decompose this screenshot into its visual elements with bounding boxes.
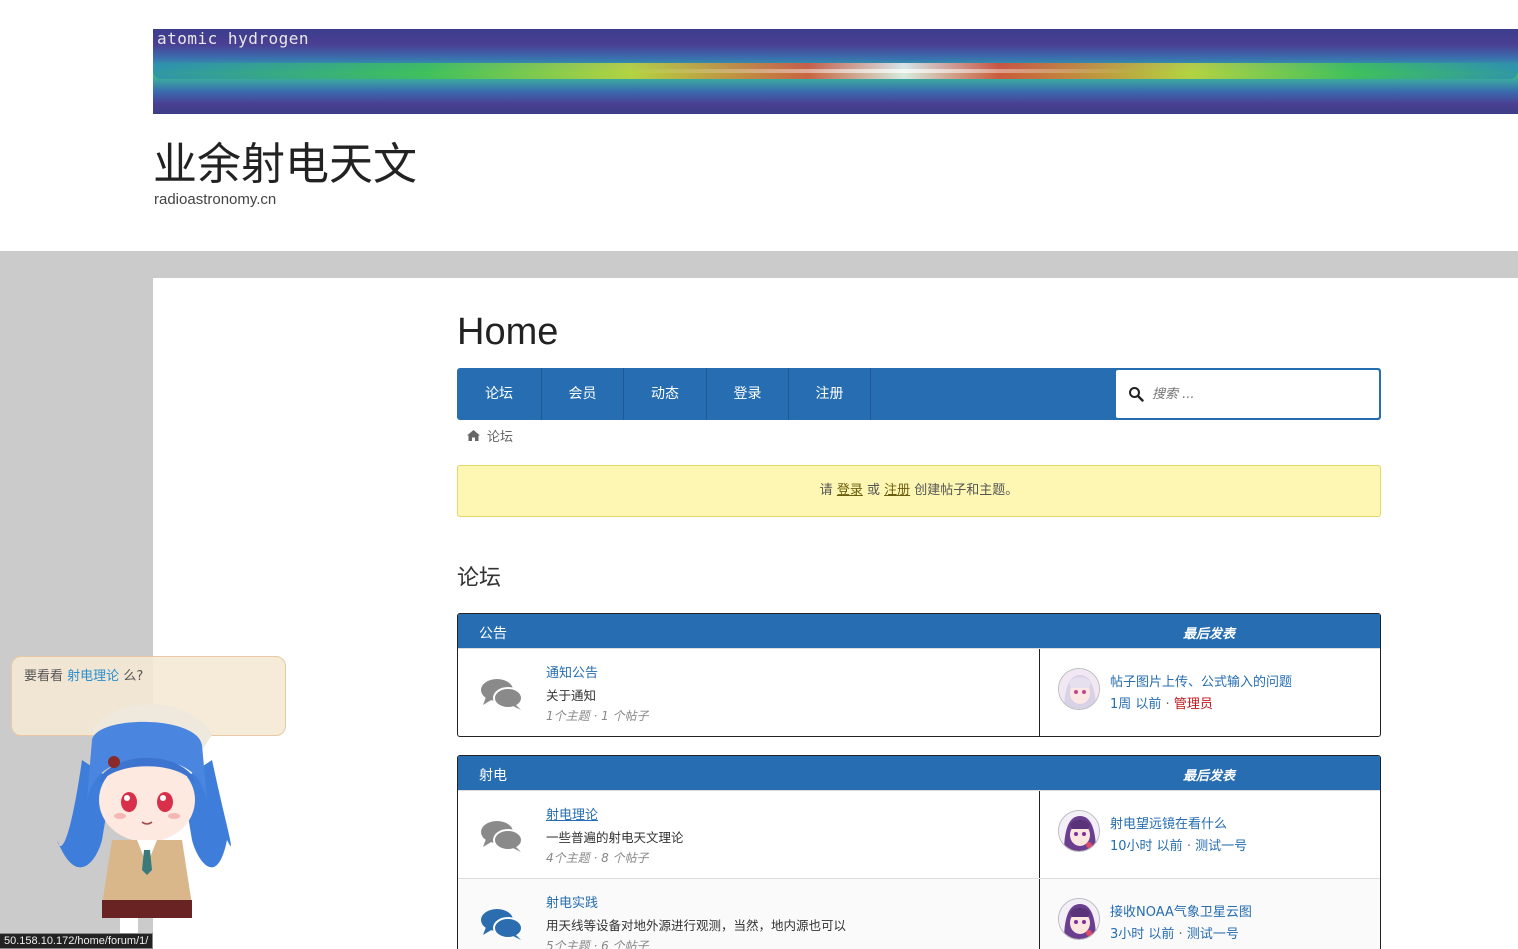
meta-separator: · xyxy=(1186,839,1191,854)
forum-stats: 4个主题 · 8 个帖子 xyxy=(546,851,649,865)
nav-item-activity[interactable]: 动态 xyxy=(624,368,707,420)
forum-bubbles-icon xyxy=(481,909,523,940)
header-banner-image[interactable]: atomic hydrogen xyxy=(153,29,1518,114)
mascot-speech-suffix: 么? xyxy=(123,669,144,684)
last-post-meta: 10小时 以前 · 测试一号 xyxy=(1110,835,1247,854)
avatar[interactable] xyxy=(1058,810,1100,852)
breadcrumb-forums[interactable]: 论坛 xyxy=(487,426,513,445)
column-divider xyxy=(1039,649,1040,736)
last-post-meta: 1周 以前 · 管理员 xyxy=(1110,693,1213,712)
forum-row: 射电实践 用天线等设备对地外源进行观测，当然，地内源也可以 5个主题 · 6 个… xyxy=(458,878,1380,949)
forum-description: 关于通知 xyxy=(546,688,597,703)
last-post-author[interactable]: 管理员 xyxy=(1174,697,1213,712)
category-name[interactable]: 公告 xyxy=(479,623,507,643)
category-header: 射电 最后发表 xyxy=(458,756,1380,790)
last-post-author[interactable]: 测试一号 xyxy=(1195,839,1247,854)
nav-item-register[interactable]: 注册 xyxy=(789,368,871,420)
breadcrumb: 论坛 xyxy=(466,426,513,445)
category-name[interactable]: 射电 xyxy=(479,765,507,785)
meta-separator: · xyxy=(1165,697,1170,712)
forum-bubbles-icon xyxy=(481,821,523,852)
last-post-header: 最后发表 xyxy=(1183,769,1236,784)
category-announcements: 公告 最后发表 通知公告 关于通知 1个主题 · 1 个帖子 帖子图片上传、公式… xyxy=(457,613,1381,737)
meta-separator: · xyxy=(1178,927,1183,942)
category-radio: 射电 最后发表 射电理论 一些普遍的射电天文理论 4个主题 · 8 个帖子 射电… xyxy=(457,755,1381,949)
home-icon[interactable] xyxy=(466,429,481,442)
banner-band-core xyxy=(153,69,1518,73)
nav-item-members[interactable]: 会员 xyxy=(542,368,624,420)
search-icon xyxy=(1129,387,1144,402)
forum-row: 通知公告 关于通知 1个主题 · 1 个帖子 帖子图片上传、公式输入的问题 1周… xyxy=(458,648,1380,736)
banner-caption: atomic hydrogen xyxy=(157,29,309,48)
nav-item-forums[interactable]: 论坛 xyxy=(457,368,542,420)
column-divider xyxy=(1039,791,1040,878)
forum-title-link[interactable]: 射电实践 xyxy=(546,892,598,911)
forums-section-title: 论坛 xyxy=(457,566,502,591)
forum-description: 用天线等设备对地外源进行观测，当然，地内源也可以 xyxy=(546,918,847,933)
forum-stats: 5个主题 · 6 个帖子 xyxy=(546,939,649,949)
status-bar-url: 50.158.10.172/home/forum/1/ xyxy=(0,933,154,949)
last-post-meta: 3小时 以前 · 测试一号 xyxy=(1110,923,1239,942)
forum-title-link[interactable]: 通知公告 xyxy=(546,662,598,681)
avatar[interactable] xyxy=(1058,668,1100,710)
site-description: radioastronomy.cn xyxy=(154,191,277,208)
last-post-header: 最后发表 xyxy=(1183,627,1236,642)
site-header: atomic hydrogen 业余射电天文 radioastronomy.cn xyxy=(0,0,1518,251)
search-box xyxy=(1116,370,1379,418)
forum-row: 射电理论 一些普遍的射电天文理论 4个主题 · 8 个帖子 射电望远镜在看什么 … xyxy=(458,790,1380,878)
last-post-title-link[interactable]: 帖子图片上传、公式输入的问题 xyxy=(1110,671,1292,690)
notice-login-link[interactable]: 登录 xyxy=(837,483,863,498)
mascot-character-image[interactable] xyxy=(52,690,242,949)
mascot-speech-link[interactable]: 射电理论 xyxy=(67,669,119,684)
forum-description: 一些普遍的射电天文理论 xyxy=(546,830,684,845)
last-post-author[interactable]: 测试一号 xyxy=(1187,927,1239,942)
column-divider xyxy=(1039,879,1040,949)
site-title[interactable]: 业余射电天文 xyxy=(153,128,417,192)
last-post-title-link[interactable]: 射电望远镜在看什么 xyxy=(1110,813,1227,832)
forum-nav: 论坛 会员 动态 登录 注册 xyxy=(457,368,1381,420)
last-post-time[interactable]: 1周 以前 xyxy=(1110,697,1161,712)
category-header: 公告 最后发表 xyxy=(458,614,1380,648)
last-post-time[interactable]: 3小时 以前 xyxy=(1110,927,1174,942)
last-post-time[interactable]: 10小时 以前 xyxy=(1110,839,1183,854)
forum-stats: 1个主题 · 1 个帖子 xyxy=(546,709,649,723)
forum-title-link[interactable]: 射电理论 xyxy=(546,804,598,823)
notice-prefix: 请 xyxy=(819,483,833,498)
login-notice: 请 登录 或 注册 创建帖子和主题。 xyxy=(457,465,1381,517)
forum-bubbles-icon xyxy=(481,679,523,710)
nav-item-login[interactable]: 登录 xyxy=(707,368,789,420)
notice-or: 或 xyxy=(866,483,880,498)
page-title: Home xyxy=(457,311,559,353)
last-post-title-link[interactable]: 接收NOAA气象卫星云图 xyxy=(1110,901,1252,920)
search-input[interactable] xyxy=(1152,370,1372,418)
avatar[interactable] xyxy=(1058,898,1100,940)
notice-suffix: 创建帖子和主题。 xyxy=(914,483,1019,498)
mascot-speech-prefix: 要看看 xyxy=(24,669,64,684)
notice-register-link[interactable]: 注册 xyxy=(884,483,910,498)
